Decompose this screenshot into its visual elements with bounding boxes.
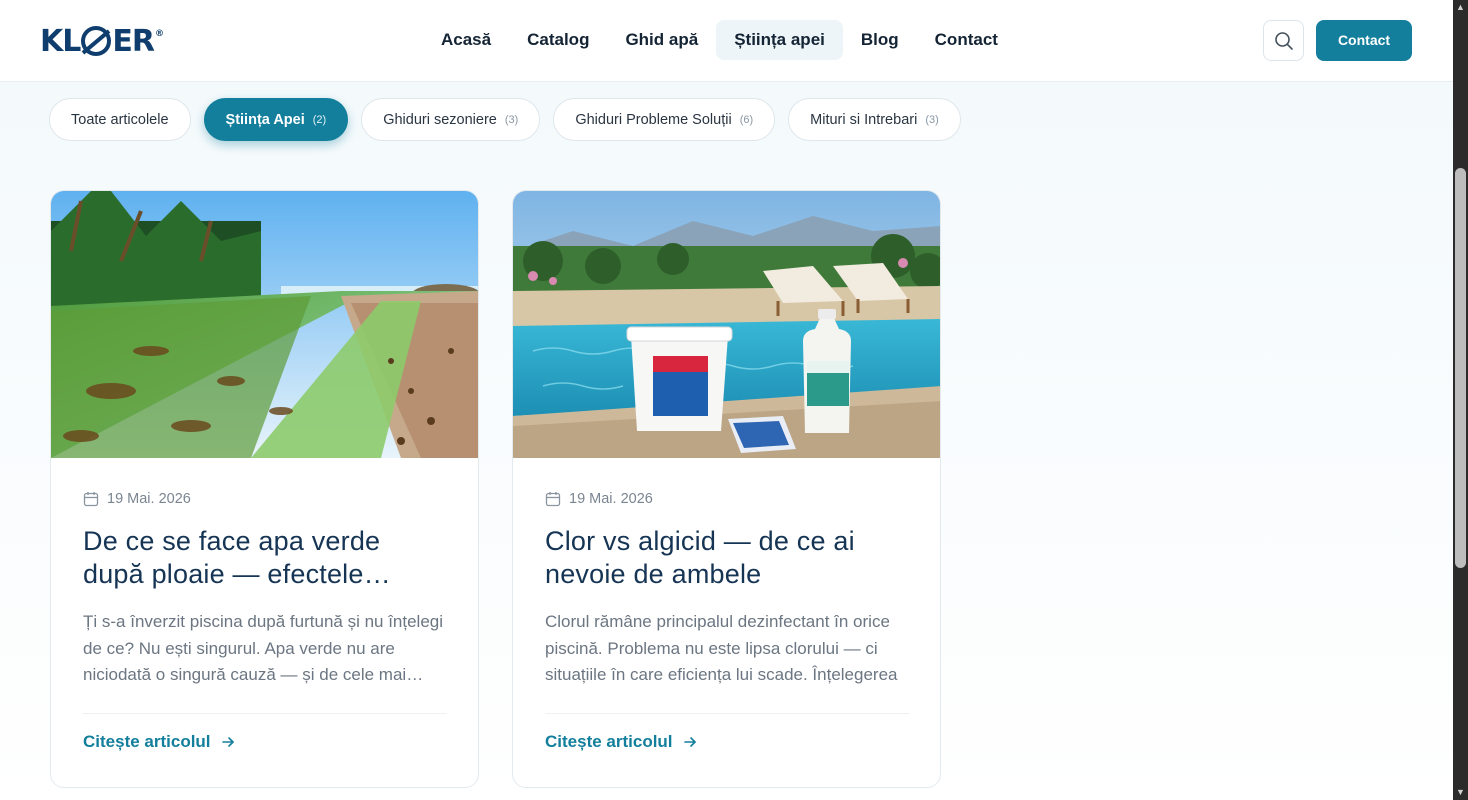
filter-count: (6) (739, 113, 754, 126)
filter-count: (3) (504, 113, 519, 126)
nav-item-catalog[interactable]: Catalog (509, 20, 607, 60)
nav-item-contact[interactable]: Contact (917, 20, 1016, 60)
arrow-right-icon (221, 737, 234, 747)
nav-item-acasa[interactable]: Acasă (423, 20, 509, 60)
vertical-scrollbar[interactable]: ▲ ▼ (1453, 0, 1468, 800)
filter-count: (3) (925, 113, 939, 126)
read-article-label: Citește articolul (545, 732, 673, 751)
read-article-link[interactable]: Citește articolul (545, 732, 697, 752)
card-divider (545, 713, 909, 714)
logo-text-er: ER (112, 23, 155, 59)
article-title[interactable]: De ce se face apa verde după ploaie — ef… (83, 525, 448, 591)
filter-stiinta-apei[interactable]: Știința Apei (2) (203, 98, 349, 141)
article-date: 19 Mai. 2026 (83, 491, 191, 507)
filter-label: Ghiduri sezoniere (383, 111, 497, 128)
logo-text-kl: KL (40, 23, 81, 59)
nav-item-blog[interactable]: Blog (843, 20, 917, 60)
article-excerpt: Clorul rămâne principalul dezinfectant î… (545, 612, 898, 684)
scroll-up-arrow-icon[interactable]: ▲ (1453, 0, 1468, 15)
calendar-icon (545, 492, 561, 507)
card-divider (83, 713, 447, 714)
pool-products-illustration (513, 191, 940, 458)
article-date-text: 19 Mai. 2026 (107, 491, 191, 507)
nav-item-stiinta-apei[interactable]: Știința apei (716, 20, 843, 60)
filter-toate-articolele[interactable]: Toate articolele (49, 98, 191, 141)
contact-button[interactable]: Contact (1316, 20, 1412, 61)
nav-item-ghid-apa[interactable]: Ghid apă (607, 20, 716, 60)
main-nav: Acasă Catalog Ghid apă Știința apei Blog… (423, 20, 1016, 60)
article-card[interactable]: 19 Mai. 2026 Clor vs algicid — de ce ai … (512, 190, 941, 788)
arrow-right-icon (683, 737, 696, 747)
filter-label: Știința Apei (225, 111, 305, 128)
category-filters: Toate articolele Știința Apei (2) Ghidur… (49, 98, 961, 141)
filter-ghiduri-probleme-solutii[interactable]: Ghiduri Probleme Soluții (6) (553, 98, 776, 141)
logo-registered-mark: ® (154, 29, 164, 39)
filter-ghiduri-sezoniere[interactable]: Ghiduri sezoniere (3) (361, 98, 541, 141)
search-icon (1274, 31, 1293, 50)
article-title[interactable]: Clor vs algicid — de ce ai nevoie de amb… (545, 525, 910, 591)
scrollbar-thumb[interactable] (1455, 168, 1466, 568)
calendar-icon (83, 492, 99, 507)
filter-label: Toate articolele (71, 111, 169, 128)
page: KL ER ® Acasă Catalog Ghid apă Știința ape… (0, 0, 1453, 800)
article-image-green-pool[interactable] (51, 191, 478, 458)
filter-mituri-si-intrebari[interactable]: Mituri si Intrebari (3) (788, 98, 961, 141)
read-article-label: Citește articolul (83, 732, 211, 751)
site-header: KL ER ® Acasă Catalog Ghid apă Știința ape… (0, 0, 1453, 82)
logo[interactable]: KL ER ® (40, 23, 164, 59)
article-date-text: 19 Mai. 2026 (569, 491, 653, 507)
green-pool-illustration (51, 191, 478, 458)
article-date: 19 Mai. 2026 (545, 491, 653, 507)
scroll-down-arrow-icon[interactable]: ▼ (1453, 785, 1468, 800)
read-article-link[interactable]: Citește articolul (83, 732, 235, 752)
filter-label: Ghiduri Probleme Soluții (575, 111, 732, 128)
article-card[interactable]: 19 Mai. 2026 De ce se face apa verde dup… (50, 190, 479, 788)
article-image-pool-products[interactable] (513, 191, 940, 458)
logo-o-mark (81, 26, 112, 56)
filter-count: (2) (312, 113, 327, 126)
article-excerpt: Ți s-a înverzit piscina după furtună și … (83, 612, 444, 684)
search-button[interactable] (1263, 20, 1304, 61)
filter-label: Mituri si Intrebari (810, 111, 918, 128)
